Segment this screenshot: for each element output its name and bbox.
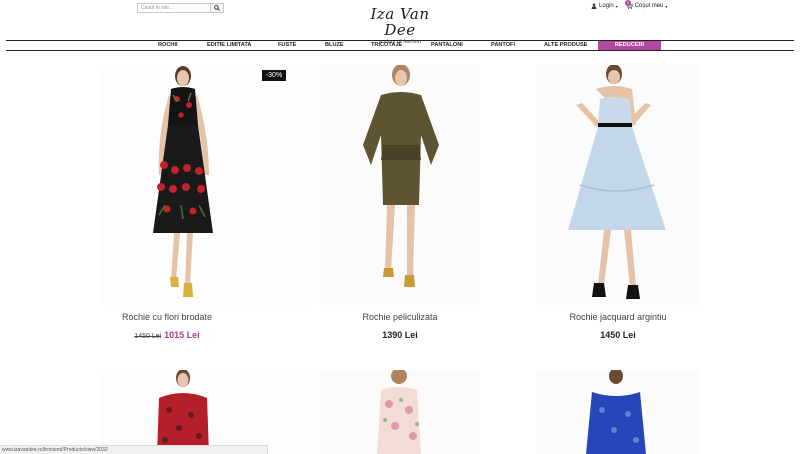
chevron-down-icon: ▾ [665,3,668,9]
search-bar [137,3,224,13]
dress-photo [536,370,700,454]
dress-photo [321,370,479,454]
product-image-4[interactable] [101,370,313,454]
nav-item-bluze[interactable]: BLUZE [325,41,344,50]
product-name-3[interactable]: Rochie jacquard argintiu [508,312,728,322]
nav-item-rochii[interactable]: ROCHII [158,41,178,50]
login-link[interactable]: Login ▾ [591,3,618,9]
sale-price: 1015 Lei [164,330,200,340]
product-name-2[interactable]: Rochie peliculizata [290,312,510,322]
nav-item-alte-produse[interactable]: ALTE PRODUSE [544,41,587,50]
search-icon [214,5,220,11]
browser-status-bar: www.izavandee.ro/frontend/Producto/view/… [0,445,268,454]
main-nav: ROCHII EDITIE LIMITATA FUSTE BLUZE TRICO… [6,40,794,51]
product-price-1: 1450 Lei 1015 Lei [57,330,277,340]
dress-photo [101,370,313,454]
logo-wordmark: Iza Van Dee [370,5,430,39]
nav-item-fuste[interactable]: FUSTE [278,41,296,50]
search-button[interactable] [211,3,224,13]
nav-item-tricotaje[interactable]: TRICOTAJE [371,41,402,50]
dress-photo [536,65,700,305]
product-image-1[interactable] [101,65,313,305]
cart-count-badge: 0 [625,0,631,6]
cart-label: Coșul meu [634,3,664,9]
search-input[interactable] [137,3,211,13]
product-price-2: 1390 Lei [382,330,418,340]
user-icon [591,3,597,9]
product-image-6[interactable] [536,370,700,454]
chevron-down-icon: ▾ [615,3,618,9]
product-image-3[interactable] [536,65,700,305]
discount-badge: -30% [262,70,286,81]
dress-photo [321,65,479,305]
product-image-2[interactable] [321,65,479,305]
login-label: Login [599,3,614,9]
product-name-1[interactable]: Rochie cu flori brodate [57,312,277,322]
nav-item-pantofi[interactable]: PANTOFI [491,41,515,50]
nav-item-editie-limitata[interactable]: EDITIE LIMITATA [207,41,251,50]
product-price-3: 1450 Lei [600,330,636,340]
old-price: 1450 Lei [134,333,162,340]
nav-item-reduceri[interactable]: REDUCERI [598,41,661,50]
nav-item-pantaloni[interactable]: PANTALONI [431,41,463,50]
dress-photo [101,65,313,305]
product-image-5[interactable] [321,370,479,454]
cart-link[interactable]: Coșul meu ▾ [625,3,668,9]
